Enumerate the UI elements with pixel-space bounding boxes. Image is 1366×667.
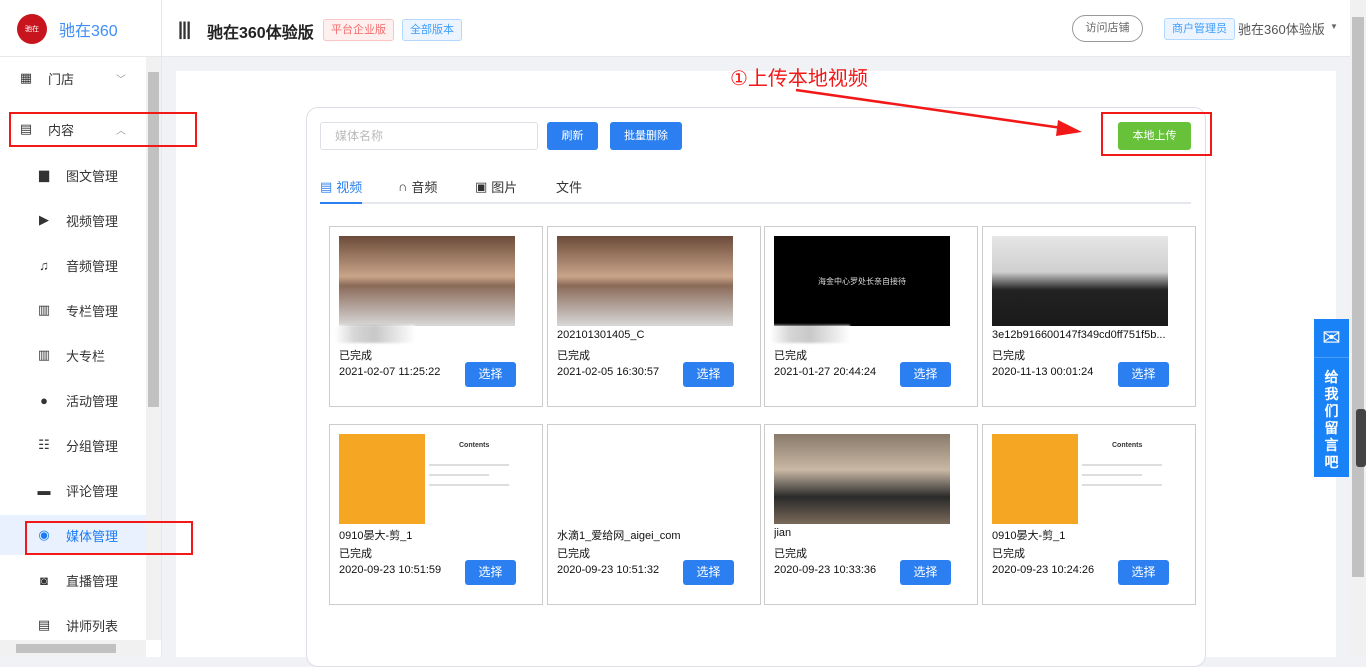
- feedback-widget[interactable]: ✉ 给我们留言吧: [1314, 319, 1349, 477]
- annotation-arrow: [795, 88, 1082, 136]
- scrollbar-thumb[interactable]: [1352, 17, 1364, 577]
- mail-icon: ✉: [1314, 319, 1349, 358]
- volume-meter-widget: [1356, 409, 1366, 467]
- feedback-label: 给我们留言吧: [1324, 369, 1339, 470]
- page-scrollbar[interactable]: [1350, 0, 1366, 657]
